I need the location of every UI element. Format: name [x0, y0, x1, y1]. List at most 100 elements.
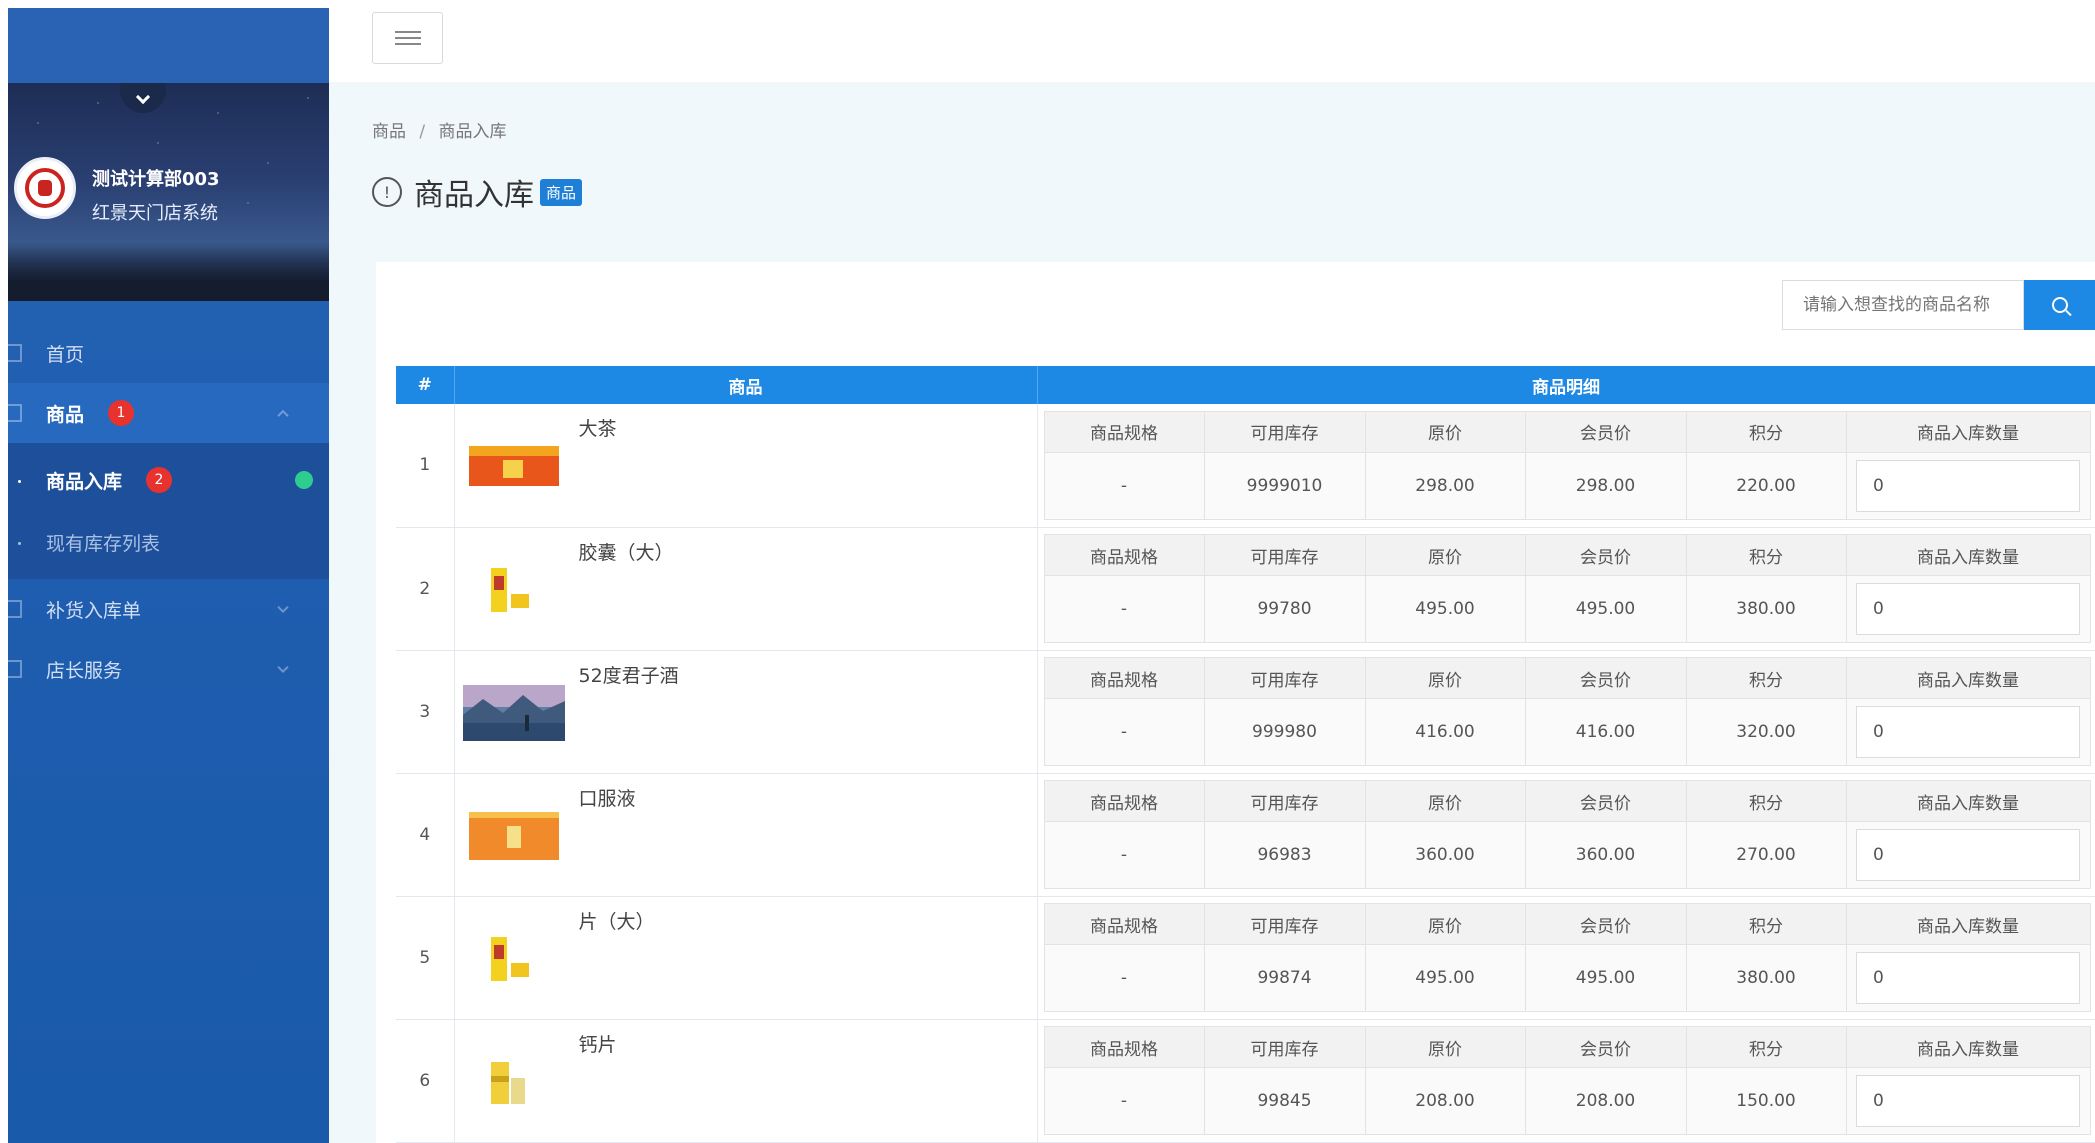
product-detail-cell: 商品规格 可用库存 原价 会员价 积分 商品入库数量 - 99780 495.0… — [1037, 527, 2095, 651]
detail-header-price: 原价 — [1364, 657, 1526, 699]
row-index: 4 — [396, 773, 455, 897]
hamburger-icon — [394, 31, 421, 45]
detail-header-stock: 可用库存 — [1203, 410, 1366, 453]
product-cell: 片（大） — [454, 896, 1038, 1020]
detail-header-qty: 商品入库数量 — [1845, 534, 2091, 576]
spec-value: - — [1043, 451, 1205, 520]
active-status-dot — [295, 471, 313, 489]
sidebar-item-label: 首页 — [46, 343, 85, 366]
row-index: 2 — [396, 527, 455, 651]
sidebar-item-home[interactable]: 首页 — [8, 323, 329, 383]
table-row: 5 片（大） 商品规格 可用库存 原价 会员价 积分 商品入库数量 - 9987… — [396, 896, 2095, 1020]
detail-header-spec: 商品规格 — [1043, 1026, 1205, 1068]
chevron-down-icon — [135, 89, 151, 105]
breadcrumb: 商品 / 商品入库 — [372, 117, 507, 142]
inbound-qty-input[interactable] — [1856, 829, 2080, 881]
sidebar-item-label: 店长服务 — [46, 659, 123, 682]
product-cell: 钙片 — [454, 1019, 1038, 1143]
inbound-qty-input[interactable] — [1856, 459, 2080, 512]
member-price-value: 298.00 — [1524, 451, 1687, 520]
product-detail-cell: 商品规格 可用库存 原价 会员价 积分 商品入库数量 - 96983 360.0… — [1037, 773, 2095, 897]
member-price-value: 208.00 — [1524, 1067, 1687, 1135]
detail-header-qty: 商品入库数量 — [1845, 410, 2091, 453]
sidebar-item-manager-service[interactable]: 店长服务 — [8, 639, 329, 699]
product-thumbnail-jar-yellow — [490, 1061, 525, 1104]
detail-header-member-price: 会员价 — [1524, 534, 1687, 576]
detail-table: 商品规格 可用库存 原价 会员价 积分 商品入库数量 - 9999010 298… — [1043, 410, 2091, 520]
price-value: 298.00 — [1364, 451, 1526, 520]
detail-header-stock: 可用库存 — [1203, 903, 1366, 945]
page-header: ! 商品入库 商品 — [372, 170, 583, 214]
row-index: 3 — [396, 650, 455, 774]
detail-header-stock: 可用库存 — [1203, 657, 1366, 699]
column-header-detail: 商品明细 — [1037, 366, 2095, 404]
price-value: 208.00 — [1364, 1067, 1526, 1135]
detail-header-points: 积分 — [1685, 780, 1847, 822]
search-bar — [1782, 280, 2095, 330]
detail-header-qty: 商品入库数量 — [1845, 1026, 2091, 1068]
spec-value: - — [1043, 944, 1205, 1012]
detail-header-qty: 商品入库数量 — [1845, 657, 2091, 699]
inbound-qty-input[interactable] — [1856, 952, 2080, 1004]
product-name: 钙片 — [578, 1033, 617, 1056]
product-cell: 口服液 — [454, 773, 1038, 897]
detail-header-points: 积分 — [1685, 534, 1847, 576]
product-cell: 52度君子酒 — [454, 650, 1038, 774]
detail-header-member-price: 会员价 — [1524, 780, 1687, 822]
detail-header-member-price: 会员价 — [1524, 410, 1687, 453]
points-value: 380.00 — [1685, 575, 1847, 643]
detail-header-points: 积分 — [1685, 657, 1847, 699]
detail-header-price: 原价 — [1364, 780, 1526, 822]
detail-header-member-price: 会员价 — [1524, 657, 1687, 699]
stock-value: 99845 — [1203, 1067, 1366, 1135]
sidebar-item-goods[interactable]: 商品 1 — [8, 383, 329, 443]
spec-value: - — [1043, 698, 1205, 766]
detail-table: 商品规格 可用库存 原价 会员价 积分 商品入库数量 - 99845 208.0… — [1043, 1026, 2091, 1135]
sidebar-item-restock[interactable]: 补货入库单 — [8, 579, 329, 639]
sidebar-item-goods-inbound[interactable]: 商品入库 2 — [8, 449, 329, 511]
inbound-qty-input[interactable] — [1856, 1075, 2080, 1127]
inbound-qty-input[interactable] — [1856, 583, 2080, 635]
product-name: 胶囊（大） — [578, 541, 674, 564]
stock-value: 99780 — [1203, 575, 1366, 643]
goods-submenu: 商品入库 2 现有库存列表 — [8, 443, 329, 579]
product-detail-cell: 商品规格 可用库存 原价 会员价 积分 商品入库数量 - 999980 416.… — [1037, 650, 2095, 774]
detail-header-spec: 商品规格 — [1043, 657, 1205, 699]
product-cell: 大茶 — [454, 404, 1038, 528]
main-content: 商品 / 商品入库 ! 商品入库 商品 # 商品 商品明细 1 — [329, 82, 2095, 1143]
sidebar-brand-bar — [8, 8, 329, 83]
column-header-product: 商品 — [454, 366, 1038, 404]
member-price-value: 416.00 — [1524, 698, 1687, 766]
menu-toggle-button[interactable] — [372, 12, 443, 64]
qty-cell — [1845, 575, 2091, 643]
sidebar-nav: 首页 商品 1 商品入库 2 现有库存列表 补货入库单 店长服务 — [8, 323, 329, 699]
detail-header-price: 原价 — [1364, 1026, 1526, 1068]
detail-header-points: 积分 — [1685, 410, 1847, 453]
inbound-qty-input[interactable] — [1856, 706, 2080, 758]
detail-table: 商品规格 可用库存 原价 会员价 积分 商品入库数量 - 99780 495.0… — [1043, 534, 2091, 643]
avatar[interactable] — [14, 157, 76, 219]
price-value: 360.00 — [1364, 821, 1526, 889]
table-row: 4 口服液 商品规格 可用库存 原价 会员价 积分 商品入库数量 - 96983 — [396, 773, 2095, 897]
detail-header-points: 积分 — [1685, 1026, 1847, 1068]
column-header-index: # — [396, 366, 455, 404]
hill-silhouette — [8, 241, 329, 301]
member-price-value: 495.00 — [1524, 944, 1687, 1012]
goods-icon — [8, 404, 22, 422]
sidebar-item-stock-list[interactable]: 现有库存列表 — [8, 511, 329, 573]
search-button[interactable] — [2024, 280, 2095, 330]
member-price-value: 495.00 — [1524, 575, 1687, 643]
chevron-down-icon — [277, 601, 289, 614]
product-name: 口服液 — [578, 787, 636, 810]
breadcrumb-root-link[interactable]: 商品 — [372, 122, 406, 142]
sidebar-item-label: 商品 — [46, 403, 85, 426]
inbound-count-badge: 2 — [146, 467, 173, 493]
breadcrumb-separator: / — [419, 122, 426, 142]
search-input[interactable] — [1782, 280, 2024, 330]
product-thumbnail-box-orange — [468, 811, 559, 860]
sidebar-item-label: 商品入库 — [46, 470, 123, 493]
price-value: 416.00 — [1364, 698, 1526, 766]
price-value: 495.00 — [1364, 944, 1526, 1012]
detail-header-member-price: 会员价 — [1524, 1026, 1687, 1068]
detail-header-price: 原价 — [1364, 534, 1526, 576]
